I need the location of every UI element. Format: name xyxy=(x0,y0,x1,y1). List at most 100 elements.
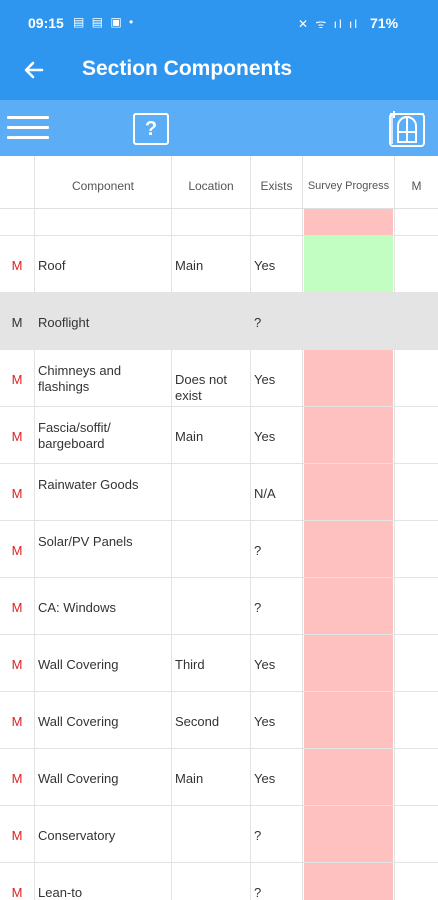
mandatory-flag-text: M xyxy=(11,714,23,729)
exists-cell: Yes xyxy=(251,407,303,463)
mandatory-flag: M xyxy=(0,236,35,292)
location-cell xyxy=(172,521,251,577)
location-cell xyxy=(172,863,251,900)
header-m-flag xyxy=(0,156,35,208)
survey-progress-cell xyxy=(303,407,395,463)
mandatory-flag-text: M xyxy=(11,657,23,672)
component-cell: Wall Covering xyxy=(35,749,172,805)
header-survey-progress[interactable]: Survey Progress xyxy=(303,156,395,208)
component-cell-text: Solar/PV Panels xyxy=(38,534,133,549)
location-cell: Third xyxy=(172,635,251,691)
window-icon[interactable] xyxy=(388,108,426,148)
location-cell: Does not exist xyxy=(172,350,251,406)
survey-progress-cell xyxy=(303,236,395,292)
table-row[interactable]: M Wall Covering Second Yes xyxy=(0,692,438,749)
table-row[interactable]: M CA: Windows? xyxy=(0,578,438,635)
exists-cell: Yes xyxy=(251,749,303,805)
header-m[interactable]: M xyxy=(395,156,438,208)
exists-cell: ? xyxy=(251,293,303,349)
location-cell-text: Main xyxy=(175,429,204,444)
location-cell xyxy=(172,293,251,349)
table-row[interactable]: M Roof Main Yes xyxy=(0,236,438,293)
exists-cell-text: Yes xyxy=(254,372,276,387)
header-exists[interactable]: Exists xyxy=(251,156,303,208)
mandatory-flag-text: M xyxy=(11,771,23,786)
mandatory-flag: M xyxy=(0,749,35,805)
location-cell: Main xyxy=(172,749,251,805)
survey-progress-cell xyxy=(303,350,395,406)
components-table[interactable]: Mwalkway/floor?MRoofMainYesMRooflight?MC… xyxy=(0,156,438,900)
mandatory-flag: M xyxy=(0,578,35,634)
progress-indicator xyxy=(304,692,393,748)
mandatory-flag: M xyxy=(0,635,35,691)
mandatory-flag-text: M xyxy=(11,315,23,330)
component-cell-text: Rainwater Goods xyxy=(38,477,139,492)
exists-cell-text: ? xyxy=(254,543,262,558)
mandatory-flag: M xyxy=(0,464,35,520)
component-cell: Wall Covering xyxy=(35,692,172,748)
exists-cell-text: N/A xyxy=(254,486,276,501)
component-cell-text: Chimneys and flashings xyxy=(38,363,122,394)
progress-indicator xyxy=(304,521,393,577)
exists-cell: ? xyxy=(251,578,303,634)
component-cell-text: Conservatory xyxy=(38,828,116,843)
m-cell xyxy=(395,521,438,577)
mandatory-flag-text: M xyxy=(11,828,23,843)
progress-indicator xyxy=(304,635,393,691)
table-row[interactable]: M Lean-to? xyxy=(0,863,438,900)
mandatory-flag-text: M xyxy=(11,600,23,615)
m-cell xyxy=(395,236,438,292)
location-cell-text: Second xyxy=(175,714,220,729)
exists-cell: Yes xyxy=(251,236,303,292)
component-cell: Roof xyxy=(35,236,172,292)
app-bar: Section Components xyxy=(0,42,438,100)
location-cell-text: Does not exist xyxy=(175,372,228,403)
mandatory-flag-text: M xyxy=(11,372,23,387)
m-cell xyxy=(395,407,438,463)
table-row[interactable]: M Conservatory? xyxy=(0,806,438,863)
survey-progress-cell xyxy=(303,806,395,862)
header-location[interactable]: Location xyxy=(172,156,251,208)
table-row[interactable]: M Solar/PV Panels? xyxy=(0,521,438,578)
component-cell: Rainwater Goods xyxy=(35,464,172,520)
component-cell: Wall Covering xyxy=(35,635,172,691)
location-cell: Second xyxy=(172,692,251,748)
header-component[interactable]: Component xyxy=(35,156,172,208)
menu-icon[interactable] xyxy=(7,114,49,142)
table-row[interactable]: M Rainwater Goods N/A xyxy=(0,464,438,521)
exists-cell-text: Yes xyxy=(254,258,276,273)
table-row[interactable]: M Wall Covering Main Yes xyxy=(0,749,438,806)
exists-cell: ? xyxy=(251,806,303,862)
signal-icons: ✕ ᯤ ıl ıl xyxy=(298,17,360,31)
survey-progress-cell xyxy=(303,521,395,577)
location-cell: Main xyxy=(172,236,251,292)
survey-progress-cell xyxy=(303,635,395,691)
exists-cell: ? xyxy=(251,863,303,900)
component-cell: Fascia/soffit/ bargeboard xyxy=(35,407,172,463)
progress-indicator xyxy=(304,749,393,805)
mandatory-flag: M xyxy=(0,521,35,577)
component-cell: CA: Windows xyxy=(35,578,172,634)
m-cell xyxy=(395,806,438,862)
back-arrow-icon[interactable] xyxy=(20,56,48,84)
m-cell xyxy=(395,635,438,691)
component-cell-text: CA: Windows xyxy=(38,600,117,615)
help-icon[interactable]: ? xyxy=(133,113,169,145)
location-cell xyxy=(172,806,251,862)
survey-progress-cell xyxy=(303,749,395,805)
mandatory-flag-text: M xyxy=(11,258,23,273)
table-row[interactable]: M Wall Covering Third Yes xyxy=(0,635,438,692)
component-cell-text: Rooflight xyxy=(38,315,90,330)
survey-progress-cell xyxy=(303,293,395,349)
mandatory-flag: M xyxy=(0,407,35,463)
location-cell-text: Main xyxy=(175,258,204,273)
mandatory-flag: M xyxy=(0,806,35,862)
component-cell: Lean-to xyxy=(35,863,172,900)
table-row[interactable]: M Rooflight? xyxy=(0,293,438,350)
page-title: Section Components xyxy=(82,57,293,80)
table-row[interactable]: M Chimneys and flashings Does not exist Yes xyxy=(0,350,438,407)
m-cell xyxy=(395,464,438,520)
survey-progress-cell xyxy=(303,464,395,520)
component-cell-text: Wall Covering xyxy=(38,714,119,729)
table-row[interactable]: M Fascia/soffit/ bargeboard Main Yes xyxy=(0,407,438,464)
